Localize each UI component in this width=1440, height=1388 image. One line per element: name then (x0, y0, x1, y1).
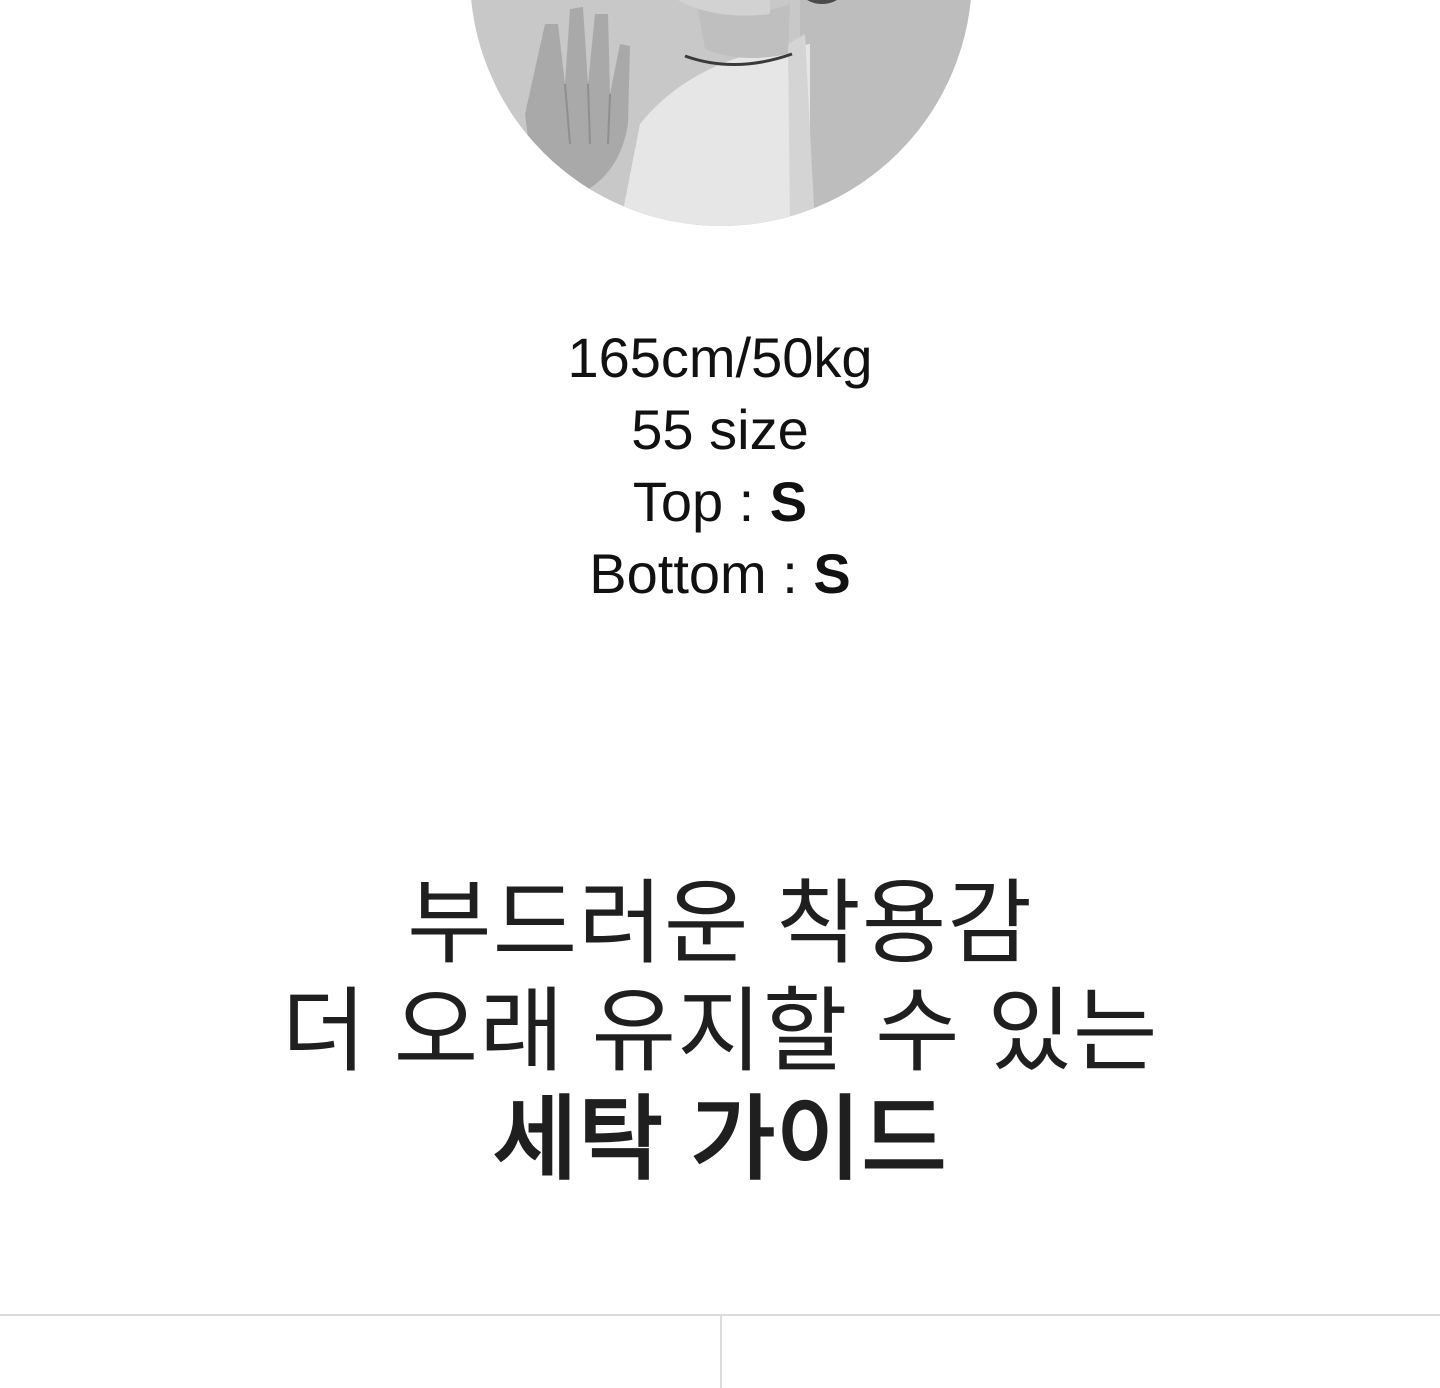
bottom-size-label: Bottom : (589, 542, 814, 605)
model-height-weight: 165cm/50kg (567, 326, 873, 389)
heading-line-1: 부드러운 착용감 (406, 873, 1034, 975)
vertical-divider (720, 1316, 722, 1388)
washing-guide-heading: 부드러운 착용감 더 오래 유지할 수 있는 세탁 가이드 (0, 870, 1440, 1194)
model-size: 55 size (631, 398, 809, 461)
model-top-size: Top : S (0, 466, 1440, 538)
model-specs: 165cm/50kg 55 size Top : S Bottom : S (0, 322, 1440, 610)
heading-line-3: 세탁 가이드 (492, 1089, 948, 1191)
top-size-label: Top : (632, 470, 770, 533)
model-photo (470, 0, 972, 226)
top-size-value: S (769, 470, 808, 533)
bottom-size-value: S (813, 542, 851, 605)
model-bottom-size: Bottom : S (0, 538, 1440, 610)
heading-line-2: 더 오래 유지할 수 있는 (281, 981, 1159, 1083)
model-photo-image (470, 0, 972, 226)
